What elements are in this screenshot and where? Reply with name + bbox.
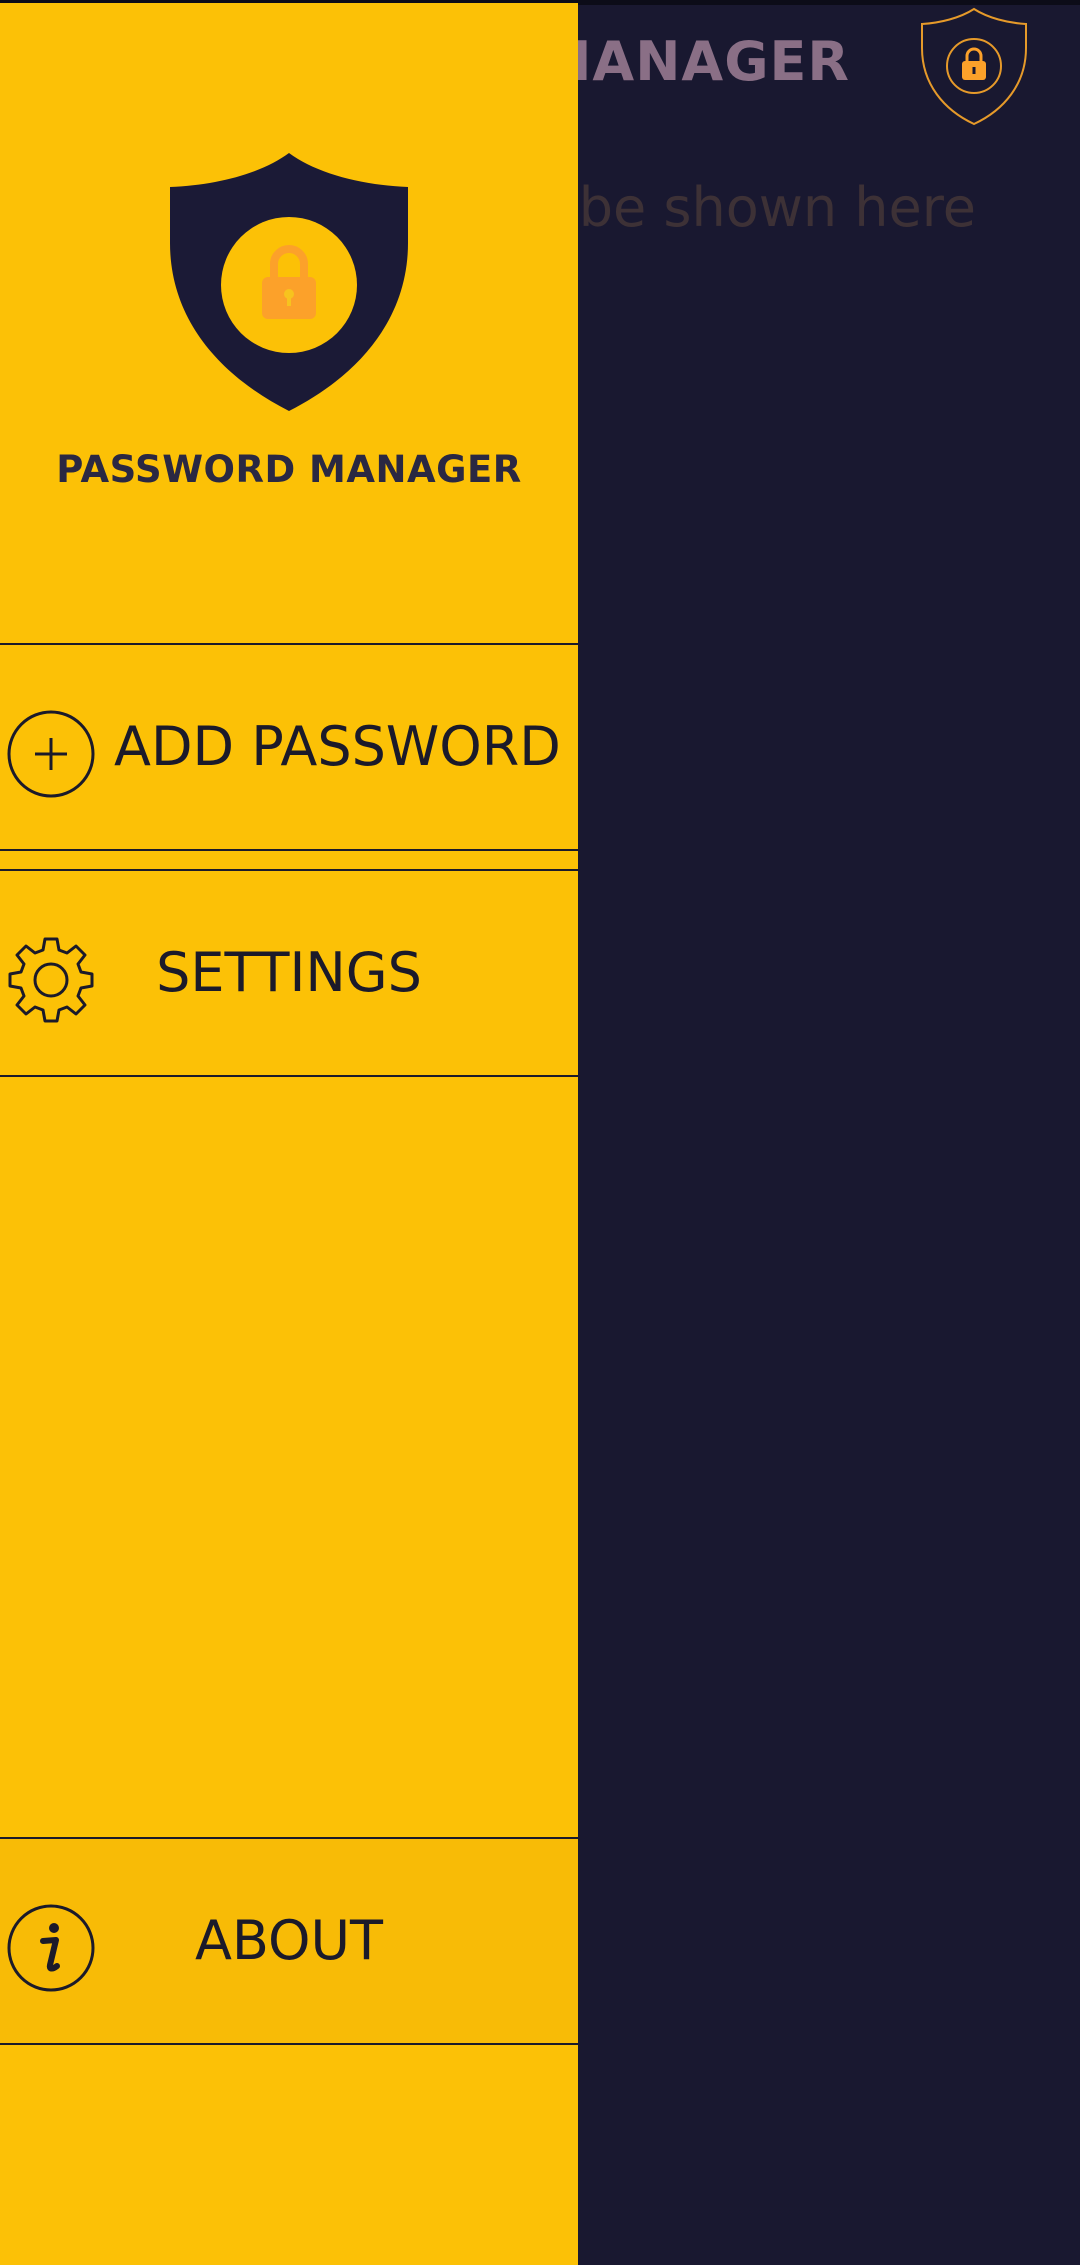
menu-item-label: SETTINGS (156, 941, 422, 1004)
drawer-title: PASSWORD MANAGER (56, 448, 522, 491)
shield-lock-icon (170, 153, 408, 411)
menu-item-label: ADD PASSWORD (114, 715, 561, 778)
navigation-drawer: PASSWORD MANAGER ADD PASSWORD SETTINGS A… (0, 3, 578, 2265)
menu-item-settings[interactable]: SETTINGS (0, 869, 578, 1077)
menu-item-about[interactable]: ABOUT (0, 1837, 578, 2045)
add-circle-icon (7, 710, 95, 798)
menu-item-add-password[interactable]: ADD PASSWORD (0, 643, 578, 851)
shield-lock-icon[interactable] (918, 6, 1030, 126)
menu-item-label: ABOUT (194, 1909, 384, 1972)
